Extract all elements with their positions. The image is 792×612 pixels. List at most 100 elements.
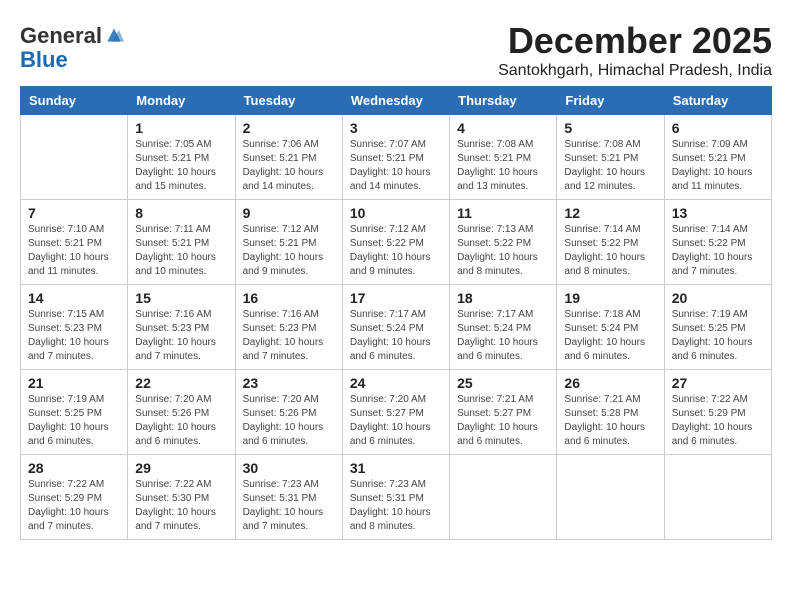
day-cell: 2Sunrise: 7:06 AM Sunset: 5:21 PM Daylig… (235, 115, 342, 200)
day-number: 24 (350, 375, 442, 391)
weekday-header-wednesday: Wednesday (342, 87, 449, 115)
week-row-5: 28 Sunrise: 7:22 AM Sunset: 5:29 PM Dayli… (21, 455, 772, 540)
day-cell: 3 Sunrise: 7:07 AM Sunset: 5:21 PM Daylig… (342, 115, 449, 200)
weekday-header-row: SundayMondayTuesdayWednesdayThursdayFrid… (21, 87, 772, 115)
day-number: 9 (243, 205, 335, 221)
day-info: Sunrise: 7:20 AM Sunset: 5:26 PM Dayligh… (243, 393, 335, 449)
day-cell: 18Sunrise: 7:17 AM Sunset: 5:24 PM Dayli… (450, 285, 557, 370)
logo: General Blue (20, 24, 124, 72)
logo-general-text: General (20, 24, 102, 48)
day-info: Sunrise: 7:21 AM Sunset: 5:27 PM Dayligh… (457, 393, 549, 449)
logo-icon (104, 25, 124, 45)
location-subtitle: Santokhgarh, Himachal Pradesh, India (498, 62, 772, 80)
day-cell (664, 455, 771, 540)
day-info: Sunrise: 7:18 AM Sunset: 5:24 PM Dayligh… (564, 308, 656, 364)
page-header: General Blue December 2025 Santokhgarh, … (20, 20, 772, 80)
weekday-header-friday: Friday (557, 87, 664, 115)
day-info: Sunrise: 7:08 AM Sunset: 5:21 PM Dayligh… (457, 138, 549, 194)
day-number: 27 (672, 375, 764, 391)
day-info: Sunrise: 7:09 AM Sunset: 5:21 PM Dayligh… (672, 138, 764, 194)
weekday-header-monday: Monday (128, 87, 235, 115)
day-info: Sunrise: 7:07 AM Sunset: 5:21 PM Dayligh… (350, 138, 442, 194)
day-cell (450, 455, 557, 540)
day-number: 13 (672, 205, 764, 221)
day-info: Sunrise: 7:20 AM Sunset: 5:26 PM Dayligh… (135, 393, 227, 449)
day-cell (21, 115, 128, 200)
day-number: 10 (350, 205, 442, 221)
day-cell: 14Sunrise: 7:15 AM Sunset: 5:23 PM Dayli… (21, 285, 128, 370)
day-number: 29 (135, 460, 227, 476)
day-number: 17 (350, 290, 442, 306)
day-number: 4 (457, 120, 549, 136)
day-cell: 25 Sunrise: 7:21 AM Sunset: 5:27 PM Dayli… (450, 370, 557, 455)
day-number: 7 (28, 205, 120, 221)
day-cell: 24 Sunrise: 7:20 AM Sunset: 5:27 PM Dayli… (342, 370, 449, 455)
day-cell: 10 Sunrise: 7:12 AM Sunset: 5:22 PM Dayli… (342, 200, 449, 285)
day-cell: 22 Sunrise: 7:20 AM Sunset: 5:26 PM Dayli… (128, 370, 235, 455)
day-info: Sunrise: 7:22 AM Sunset: 5:29 PM Dayligh… (28, 478, 120, 534)
day-cell: 17 Sunrise: 7:17 AM Sunset: 5:24 PM Dayli… (342, 285, 449, 370)
week-row-1: 1Sunrise: 7:05 AM Sunset: 5:21 PM Daylig… (21, 115, 772, 200)
day-info: Sunrise: 7:22 AM Sunset: 5:29 PM Dayligh… (672, 393, 764, 449)
day-info: Sunrise: 7:17 AM Sunset: 5:24 PM Dayligh… (457, 308, 549, 364)
week-row-4: 21 Sunrise: 7:19 AM Sunset: 5:25 PM Dayli… (21, 370, 772, 455)
title-area: December 2025 Santokhgarh, Himachal Prad… (498, 20, 772, 80)
day-info: Sunrise: 7:08 AM Sunset: 5:21 PM Dayligh… (564, 138, 656, 194)
day-info: Sunrise: 7:21 AM Sunset: 5:28 PM Dayligh… (564, 393, 656, 449)
day-cell: 30Sunrise: 7:23 AM Sunset: 5:31 PM Dayli… (235, 455, 342, 540)
weekday-header-saturday: Saturday (664, 87, 771, 115)
day-info: Sunrise: 7:14 AM Sunset: 5:22 PM Dayligh… (564, 223, 656, 279)
day-info: Sunrise: 7:13 AM Sunset: 5:22 PM Dayligh… (457, 223, 549, 279)
day-number: 12 (564, 205, 656, 221)
day-number: 30 (243, 460, 335, 476)
day-info: Sunrise: 7:23 AM Sunset: 5:31 PM Dayligh… (350, 478, 442, 534)
day-info: Sunrise: 7:12 AM Sunset: 5:21 PM Dayligh… (243, 223, 335, 279)
day-info: Sunrise: 7:16 AM Sunset: 5:23 PM Dayligh… (135, 308, 227, 364)
day-number: 1 (135, 120, 227, 136)
day-number: 21 (28, 375, 120, 391)
day-cell: 31 Sunrise: 7:23 AM Sunset: 5:31 PM Dayli… (342, 455, 449, 540)
calendar-table: SundayMondayTuesdayWednesdayThursdayFrid… (20, 86, 772, 540)
day-cell: 4 Sunrise: 7:08 AM Sunset: 5:21 PM Daylig… (450, 115, 557, 200)
day-cell: 26Sunrise: 7:21 AM Sunset: 5:28 PM Dayli… (557, 370, 664, 455)
day-info: Sunrise: 7:06 AM Sunset: 5:21 PM Dayligh… (243, 138, 335, 194)
day-cell: 8 Sunrise: 7:11 AM Sunset: 5:21 PM Daylig… (128, 200, 235, 285)
day-cell: 9 Sunrise: 7:12 AM Sunset: 5:21 PM Daylig… (235, 200, 342, 285)
day-number: 22 (135, 375, 227, 391)
day-info: Sunrise: 7:12 AM Sunset: 5:22 PM Dayligh… (350, 223, 442, 279)
day-cell: 16 Sunrise: 7:16 AM Sunset: 5:23 PM Dayli… (235, 285, 342, 370)
day-number: 15 (135, 290, 227, 306)
day-number: 31 (350, 460, 442, 476)
week-row-3: 14Sunrise: 7:15 AM Sunset: 5:23 PM Dayli… (21, 285, 772, 370)
day-number: 16 (243, 290, 335, 306)
day-number: 6 (672, 120, 764, 136)
weekday-header-thursday: Thursday (450, 87, 557, 115)
day-number: 23 (243, 375, 335, 391)
day-cell: 1Sunrise: 7:05 AM Sunset: 5:21 PM Daylig… (128, 115, 235, 200)
day-info: Sunrise: 7:20 AM Sunset: 5:27 PM Dayligh… (350, 393, 442, 449)
day-number: 8 (135, 205, 227, 221)
day-cell: 15 Sunrise: 7:16 AM Sunset: 5:23 PM Dayli… (128, 285, 235, 370)
month-title: December 2025 (498, 20, 772, 62)
day-number: 25 (457, 375, 549, 391)
day-number: 11 (457, 205, 549, 221)
day-cell: 19Sunrise: 7:18 AM Sunset: 5:24 PM Dayli… (557, 285, 664, 370)
day-cell: 28 Sunrise: 7:22 AM Sunset: 5:29 PM Dayli… (21, 455, 128, 540)
day-number: 14 (28, 290, 120, 306)
week-row-2: 7 Sunrise: 7:10 AM Sunset: 5:21 PM Daylig… (21, 200, 772, 285)
day-cell: 12 Sunrise: 7:14 AM Sunset: 5:22 PM Dayli… (557, 200, 664, 285)
day-cell: 20Sunrise: 7:19 AM Sunset: 5:25 PM Dayli… (664, 285, 771, 370)
day-info: Sunrise: 7:19 AM Sunset: 5:25 PM Dayligh… (672, 308, 764, 364)
day-info: Sunrise: 7:10 AM Sunset: 5:21 PM Dayligh… (28, 223, 120, 279)
day-number: 28 (28, 460, 120, 476)
day-number: 5 (564, 120, 656, 136)
day-number: 3 (350, 120, 442, 136)
day-cell: 21 Sunrise: 7:19 AM Sunset: 5:25 PM Dayli… (21, 370, 128, 455)
day-info: Sunrise: 7:17 AM Sunset: 5:24 PM Dayligh… (350, 308, 442, 364)
day-info: Sunrise: 7:19 AM Sunset: 5:25 PM Dayligh… (28, 393, 120, 449)
day-info: Sunrise: 7:11 AM Sunset: 5:21 PM Dayligh… (135, 223, 227, 279)
day-info: Sunrise: 7:16 AM Sunset: 5:23 PM Dayligh… (243, 308, 335, 364)
day-cell: 27 Sunrise: 7:22 AM Sunset: 5:29 PM Dayli… (664, 370, 771, 455)
day-cell: 13Sunrise: 7:14 AM Sunset: 5:22 PM Dayli… (664, 200, 771, 285)
logo-blue-text: Blue (20, 47, 68, 72)
